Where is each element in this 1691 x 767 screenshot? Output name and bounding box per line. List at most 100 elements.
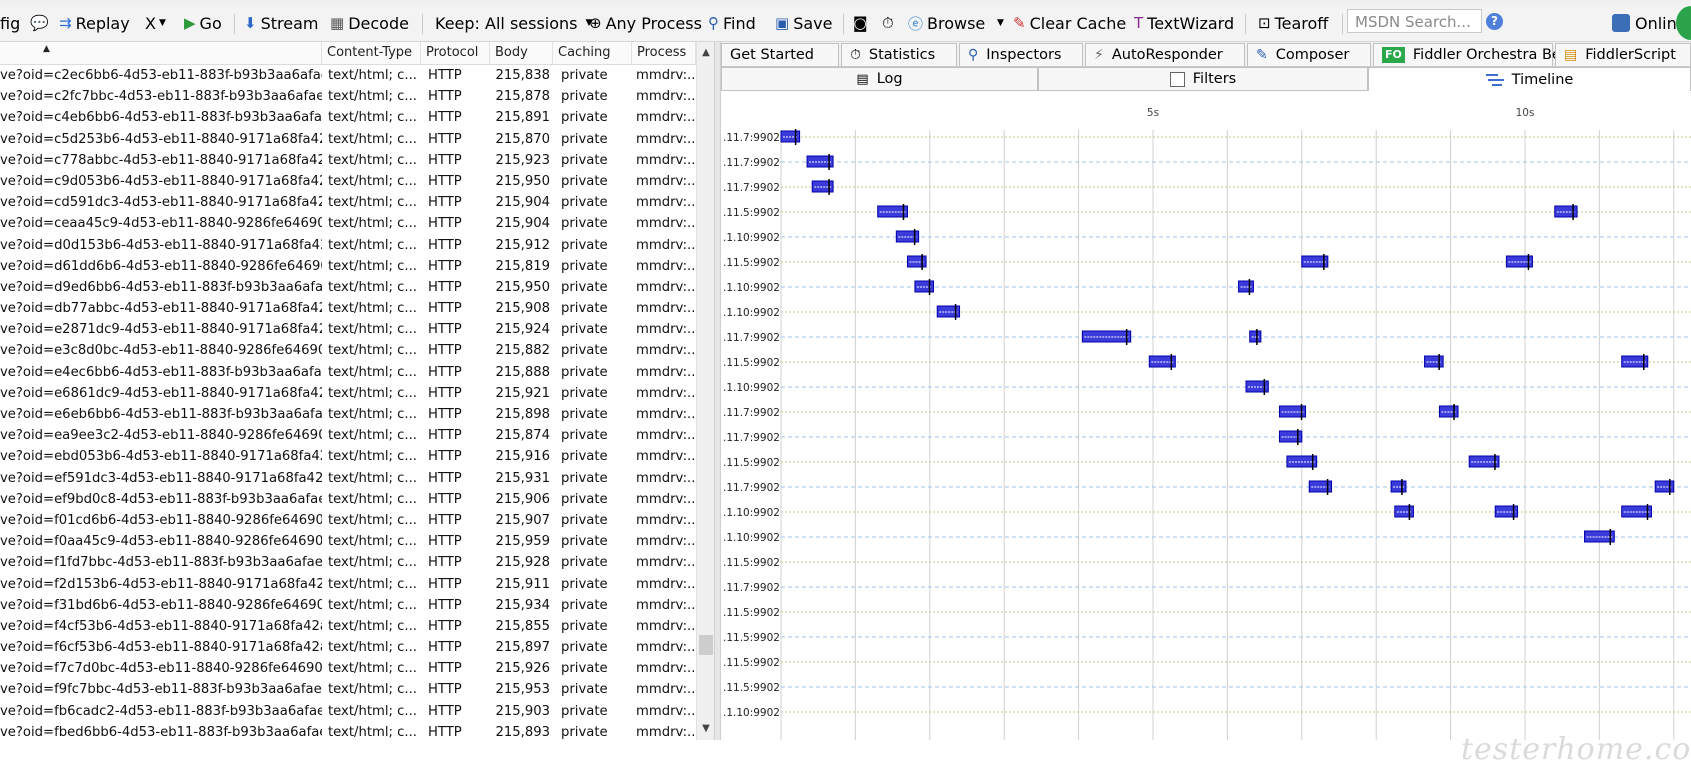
session-body: 215,959 xyxy=(495,534,550,550)
table-row[interactable]: ve?oid=ef591dc3-4d53-eb11-8840-9171a68fa… xyxy=(0,468,696,489)
any-process-button[interactable]: ⊕ Any Process xyxy=(589,5,702,41)
tearoff-button[interactable]: ⊡ Tearoff xyxy=(1258,5,1328,41)
scroll-down-icon[interactable]: ▼ xyxy=(697,720,715,738)
help-icon[interactable]: ? xyxy=(1486,13,1503,30)
tab-log[interactable]: ▤ Log xyxy=(721,67,1038,91)
msdn-search-input[interactable]: MSDN Search... xyxy=(1347,9,1482,33)
table-row[interactable]: ve?oid=f0aa45c9-4d53-eb11-8840-9286fe646… xyxy=(0,531,696,552)
table-row[interactable]: ve?oid=f01cd6b6-4d53-eb11-8840-9286fe646… xyxy=(0,510,696,531)
column-protocol[interactable]: Protocol xyxy=(421,42,490,64)
session-content-type: text/html; c... xyxy=(328,258,417,274)
column-body[interactable]: Body xyxy=(490,42,553,64)
stream-button[interactable]: ⬇ Stream xyxy=(244,5,318,41)
session-url: ve?oid=d61dd6b6-4d53-eb11-8840-9286fe646… xyxy=(0,258,322,274)
table-row[interactable]: ve?oid=c2ec6bb6-4d53-eb11-883f-b93b3aa6a… xyxy=(0,65,696,86)
table-row[interactable]: ve?oid=c2fc7bbc-4d53-eb11-883f-b93b3aa6a… xyxy=(0,86,696,107)
table-row[interactable]: ve?oid=cd591dc3-4d53-eb11-8840-9171a68fa… xyxy=(0,192,696,213)
pane-splitter[interactable] xyxy=(714,42,721,740)
table-row[interactable]: ve?oid=c5d253b6-4d53-eb11-8840-9171a68fa… xyxy=(0,129,696,150)
tab-fiddlerscript[interactable]: ▤ FiddlerScript xyxy=(1555,43,1691,66)
scroll-up-icon[interactable]: ▲ xyxy=(697,44,715,62)
filters-checkbox[interactable] xyxy=(1169,71,1185,87)
save-button[interactable]: ▣ Save xyxy=(775,5,832,41)
table-row[interactable]: ve?oid=e6861dc9-4d53-eb11-8840-9171a68fa… xyxy=(0,383,696,404)
replay-button[interactable]: ⇉ Replay xyxy=(59,5,130,41)
browse-button[interactable]: ⓔ Browse xyxy=(908,5,985,41)
clear-cache-button[interactable]: ✎ Clear Cache xyxy=(1013,5,1126,41)
lightning-icon: ⚡ xyxy=(1094,46,1104,63)
table-row[interactable]: ve?oid=e3c8d0bc-4d53-eb11-8840-9286fe646… xyxy=(0,340,696,361)
column-content-type[interactable]: Content-Type xyxy=(322,42,421,64)
session-content-type: text/html; c... xyxy=(328,131,417,147)
table-row[interactable]: ve?oid=c9d053b6-4d53-eb11-8840-9171a68fa… xyxy=(0,171,696,192)
table-row[interactable]: ve?oid=ceaa45c9-4d53-eb11-8840-9286fe646… xyxy=(0,213,696,234)
table-row[interactable]: ve?oid=f2d153b6-4d53-eb11-8840-9171a68fa… xyxy=(0,574,696,595)
scrollbar-thumb[interactable] xyxy=(699,635,713,655)
comment-button[interactable]: 💬 xyxy=(30,5,53,41)
decode-button[interactable]: ▦ Decode xyxy=(330,5,409,41)
timeline-row-label: .11.7:9902 xyxy=(723,182,780,194)
table-row[interactable]: ve?oid=e2871dc9-4d53-eb11-8840-9171a68fa… xyxy=(0,319,696,340)
table-row[interactable]: ve?oid=ea9ee3c2-4d53-eb11-8840-9286fe646… xyxy=(0,425,696,446)
session-process: mmdrv:... xyxy=(636,68,694,83)
tab-get-started[interactable]: Get Started xyxy=(721,43,839,66)
tab-label: Fiddler Orchestra Beta xyxy=(1412,46,1576,63)
column-process[interactable]: Process xyxy=(632,42,696,64)
session-process: mmdrv:... xyxy=(636,364,694,380)
session-list: ▲ Content-Type Protocol Body Caching Pro… xyxy=(0,42,716,740)
table-row[interactable]: ve?oid=f4cf53b6-4d53-eb11-8840-9171a68fa… xyxy=(0,616,696,637)
session-list-scrollbar[interactable]: ▲ ▼ xyxy=(696,42,715,740)
decode-label: Decode xyxy=(348,13,409,33)
table-row[interactable]: ve?oid=e4ec6bb6-4d53-eb11-883f-b93b3aa6a… xyxy=(0,362,696,383)
tab-inspectors[interactable]: ⚲ Inspectors xyxy=(959,43,1083,66)
session-caching: private xyxy=(561,385,608,401)
tab-fiddler-orchestra[interactable]: FO Fiddler Orchestra Beta xyxy=(1373,43,1575,66)
remove-label: X xyxy=(145,13,156,33)
tab-timeline[interactable]: Timeline xyxy=(1368,67,1691,91)
table-row[interactable]: ve?oid=ef9bd0c8-4d53-eb11-883f-b93b3aa6a… xyxy=(0,489,696,510)
table-row[interactable]: ve?oid=f7c7d0bc-4d53-eb11-8840-9286fe646… xyxy=(0,658,696,679)
table-row[interactable]: ve?oid=e6eb6bb6-4d53-eb11-883f-b93b3aa6a… xyxy=(0,404,696,425)
comment-icon: 💬 xyxy=(30,14,49,32)
timeline-row-label: .11.5:9902 xyxy=(723,682,780,694)
config-button[interactable]: fig xyxy=(0,5,20,41)
browse-dropdown[interactable]: ▼ xyxy=(997,5,1004,41)
session-process: mmdrv:... xyxy=(636,618,694,634)
column-url[interactable] xyxy=(0,42,322,64)
table-row[interactable]: ve?oid=d0d153b6-4d53-eb11-8840-9171a68fa… xyxy=(0,235,696,256)
tab-statistics[interactable]: ⏱ Statistics xyxy=(841,43,957,66)
screenshot-button[interactable]: ◙ xyxy=(853,5,872,41)
table-row[interactable]: ve?oid=d61dd6b6-4d53-eb11-8840-9286fe646… xyxy=(0,256,696,277)
table-row[interactable]: ve?oid=ebd053b6-4d53-eb11-8840-9171a68fa… xyxy=(0,446,696,467)
session-body: 215,926 xyxy=(495,661,550,677)
remove-button[interactable]: X ▼ xyxy=(145,5,166,41)
timer-button[interactable]: ⏱ xyxy=(882,5,898,41)
session-caching: private xyxy=(561,152,608,168)
timeline-row-label: .1.10:9902 xyxy=(723,382,780,394)
find-button[interactable]: ⚲ Find xyxy=(708,5,756,41)
table-row[interactable]: ve?oid=f6cf53b6-4d53-eb11-8840-9171a68fa… xyxy=(0,637,696,658)
textwizard-button[interactable]: T TextWizard xyxy=(1134,5,1234,41)
table-row[interactable]: ve?oid=f1fd7bbc-4d53-eb11-883f-b93b3aa6a… xyxy=(0,552,696,573)
table-row[interactable]: ve?oid=f31bd6b6-4d53-eb11-8840-9286fe646… xyxy=(0,595,696,616)
table-row[interactable]: ve?oid=db77abbc-4d53-eb11-8840-9171a68fa… xyxy=(0,298,696,319)
tab-composer[interactable]: ✎ Composer xyxy=(1247,43,1371,66)
table-row[interactable]: ve?oid=fb6cadc2-4d53-eb11-883f-b93b3aa6a… xyxy=(0,701,696,722)
session-body: 215,906 xyxy=(495,491,550,507)
session-caching: private xyxy=(561,237,608,253)
timeline-tick-label: 10s xyxy=(1516,107,1535,119)
tab-autoresponder[interactable]: ⚡ AutoResponder xyxy=(1085,43,1245,66)
table-row[interactable]: ve?oid=c778abbc-4d53-eb11-8840-9171a68fa… xyxy=(0,150,696,171)
go-button[interactable]: ▶ Go xyxy=(184,5,222,41)
keep-sessions-dropdown[interactable]: Keep: All sessions ▼ xyxy=(435,5,592,41)
column-caching[interactable]: Caching xyxy=(553,42,632,64)
table-row[interactable]: ve?oid=c4eb6bb6-4d53-eb11-883f-b93b3aa6a… xyxy=(0,107,696,128)
session-content-type: text/html; c... xyxy=(328,322,417,338)
table-row[interactable]: ve?oid=f9fc7bbc-4d53-eb11-883f-b93b3aa6a… xyxy=(0,679,696,700)
tab-filters[interactable]: Filters xyxy=(1038,67,1368,91)
session-body: 215,916 xyxy=(495,449,550,465)
session-caching: private xyxy=(561,343,608,359)
table-row[interactable]: ve?oid=d9ed6bb6-4d53-eb11-883f-b93b3aa6a… xyxy=(0,277,696,298)
session-url: ve?oid=c2ec6bb6-4d53-eb11-883f-b93b3aa6a… xyxy=(0,68,322,83)
browser-icon: ⓔ xyxy=(908,14,924,33)
